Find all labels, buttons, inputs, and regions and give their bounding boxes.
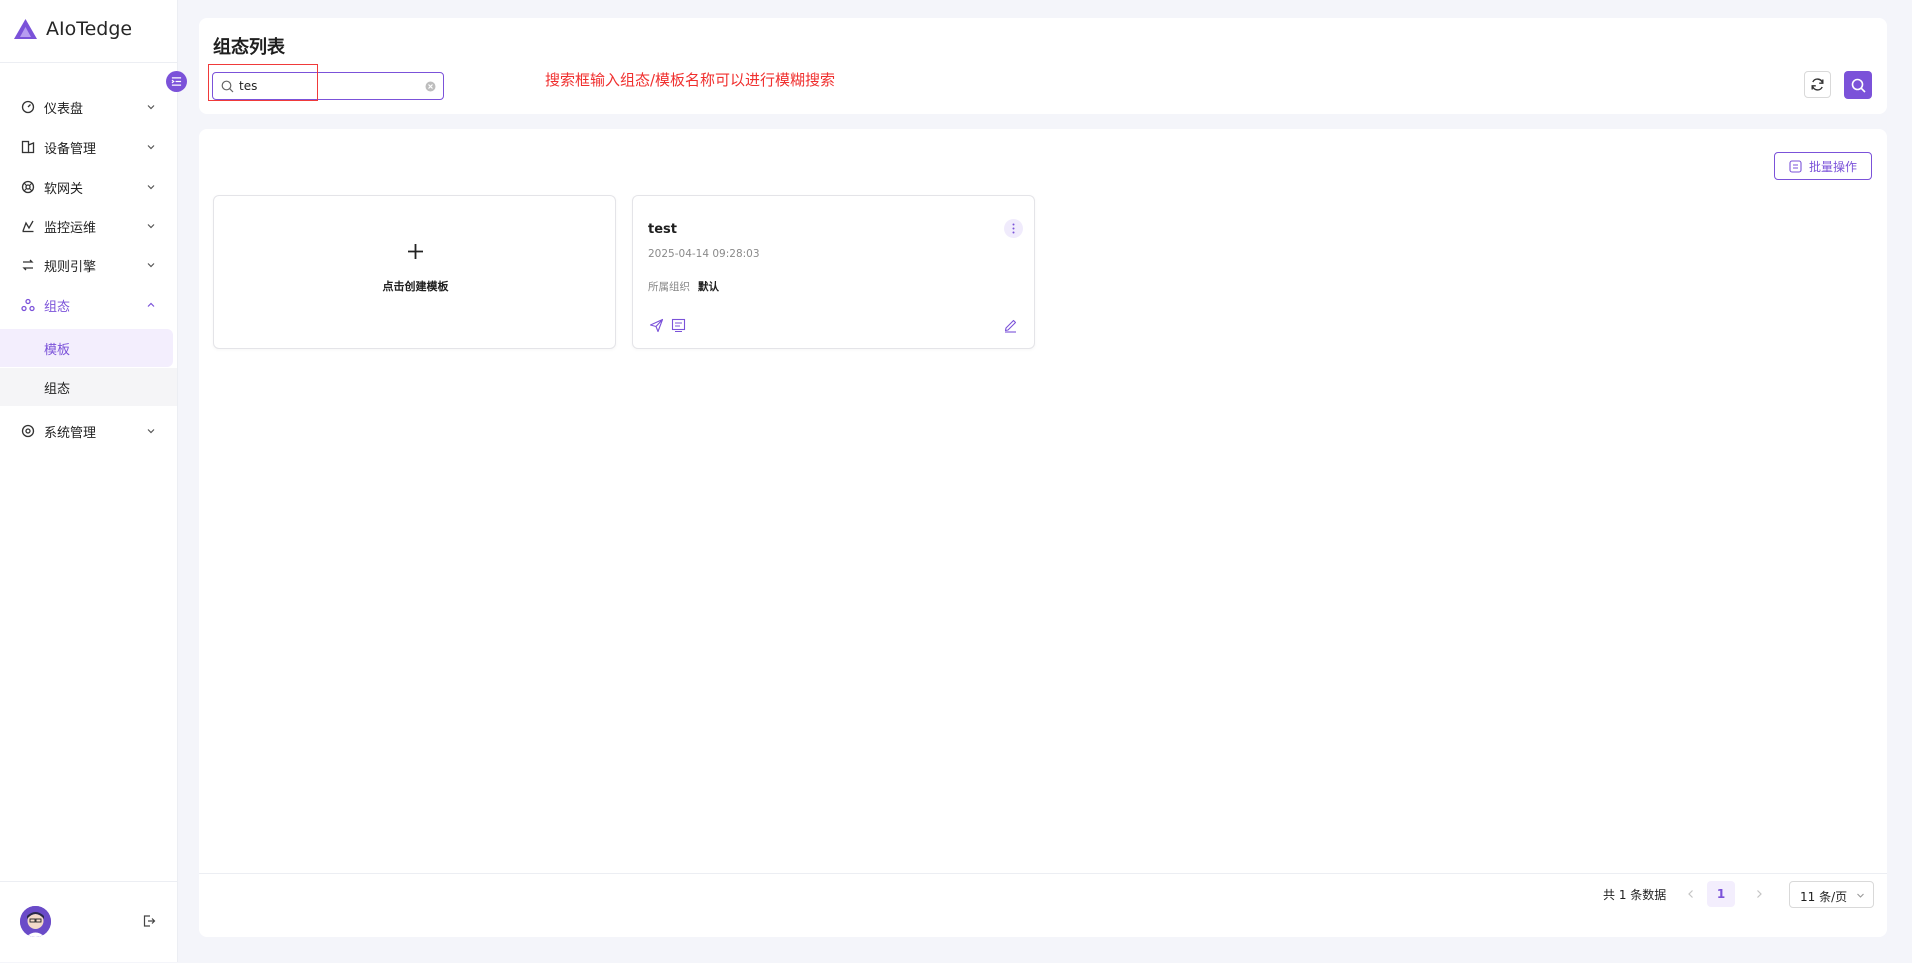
- sidebar-item-rule-engine[interactable]: 规则引擎: [0, 246, 177, 284]
- annotation-text: 搜索框输入组态/模板名称可以进行模糊搜索: [545, 71, 836, 89]
- chevron-down-icon: [147, 263, 155, 268]
- user-avatar-icon: [20, 906, 51, 937]
- sidebar-item-monitoring[interactable]: 监控运维: [0, 207, 177, 245]
- template-org-label: 所属组织: [648, 281, 690, 293]
- sidebar-item-configuration[interactable]: 组态: [0, 286, 177, 324]
- more-vertical-icon: [1012, 223, 1015, 234]
- annotation-highlight-box: [208, 64, 318, 101]
- batch-icon: [1789, 159, 1802, 173]
- chevron-down-icon: [147, 105, 155, 110]
- create-template-card[interactable]: 点击创建模板: [213, 195, 616, 349]
- sidebar-subitem-configuration[interactable]: 组态: [0, 368, 177, 406]
- content-card: 批量操作 点击创建模板 test 2025-04-14 09:28:03 所属组…: [199, 129, 1887, 937]
- previous-page-icon[interactable]: [1685, 888, 1697, 900]
- logo-icon: [14, 19, 37, 39]
- collapse-sidebar-button[interactable]: [166, 71, 187, 92]
- batch-operation-label: 批量操作: [1808, 159, 1857, 174]
- sidebar-item-label: 组态: [44, 299, 71, 315]
- dashboard-icon: [21, 100, 35, 114]
- batch-operation-button[interactable]: 批量操作: [1774, 152, 1872, 180]
- chevron-up-icon: [147, 302, 155, 307]
- template-org-value: 默认: [698, 281, 719, 293]
- sidebar-subitem-label: 模板: [44, 342, 71, 358]
- sidebar-item-label: 系统管理: [44, 425, 97, 441]
- sidebar-footer: [0, 881, 177, 963]
- sidebar-item-label: 规则引擎: [44, 259, 97, 275]
- template-card[interactable]: test 2025-04-14 09:28:03 所属组织 默认: [632, 195, 1035, 349]
- search-button[interactable]: [1844, 71, 1872, 99]
- sidebar-subitem-label: 组态: [44, 381, 71, 397]
- sidebar-item-soft-gateway[interactable]: 软网关: [0, 168, 177, 206]
- logout-icon[interactable]: [142, 914, 156, 928]
- chevron-down-icon: [147, 185, 155, 190]
- pagination-total: 共 1 条数据: [1603, 888, 1667, 902]
- chevron-down-icon: [147, 429, 155, 434]
- header-card: 组态列表 搜索框输入组态/模板名称可以进行模糊搜索: [199, 18, 1887, 114]
- chevron-down-icon: [147, 224, 155, 229]
- sidebar-item-label: 设备管理: [44, 141, 97, 157]
- preview-icon[interactable]: [671, 318, 686, 333]
- sidebar-item-label: 软网关: [44, 181, 84, 197]
- app-name: AIoTedge: [46, 18, 133, 40]
- create-template-label: 点击创建模板: [382, 280, 449, 293]
- avatar[interactable]: [20, 906, 51, 937]
- publish-icon[interactable]: [649, 318, 664, 333]
- search-icon: [1851, 78, 1866, 93]
- rule-icon: [22, 259, 34, 271]
- app-logo[interactable]: AIoTedge: [13, 16, 132, 42]
- page-size-value: 11 条/页: [1800, 890, 1848, 904]
- next-page-icon[interactable]: [1753, 888, 1765, 900]
- sidebar-item-system-management[interactable]: 系统管理: [0, 412, 177, 450]
- sidebar-item-dashboard[interactable]: 仪表盘: [0, 88, 177, 126]
- sidebar-item-device-management[interactable]: 设备管理: [0, 128, 177, 166]
- configuration-icon: [21, 298, 35, 312]
- edit-icon[interactable]: [1003, 318, 1018, 333]
- page-title: 组态列表: [213, 37, 285, 58]
- page-size-select[interactable]: 11 条/页: [1789, 881, 1874, 908]
- pagination-page-1[interactable]: 1: [1707, 881, 1735, 907]
- settings-icon: [21, 424, 35, 438]
- sidebar-item-label: 仪表盘: [44, 101, 84, 117]
- menu-fold-icon: [171, 77, 182, 86]
- device-icon: [21, 140, 35, 154]
- clear-icon[interactable]: [425, 81, 436, 92]
- pagination-divider: [199, 873, 1887, 874]
- monitor-icon: [22, 220, 34, 233]
- sidebar: AIoTedge 仪表盘 设备管理 软网关 监控运维 规则引擎 组态 模板 组态…: [0, 0, 187, 963]
- gateway-icon: [21, 180, 35, 194]
- refresh-button[interactable]: [1804, 71, 1831, 98]
- sidebar-subitem-template[interactable]: 模板: [0, 329, 173, 367]
- chevron-down-icon: [1857, 893, 1864, 898]
- plus-icon: [408, 244, 423, 259]
- template-name: test: [648, 222, 677, 237]
- more-options-button[interactable]: [1004, 219, 1023, 238]
- template-date: 2025-04-14 09:28:03: [648, 248, 760, 260]
- refresh-icon: [1811, 78, 1824, 91]
- sidebar-divider: [0, 62, 177, 63]
- sidebar-item-label: 监控运维: [44, 220, 97, 236]
- chevron-down-icon: [147, 145, 155, 150]
